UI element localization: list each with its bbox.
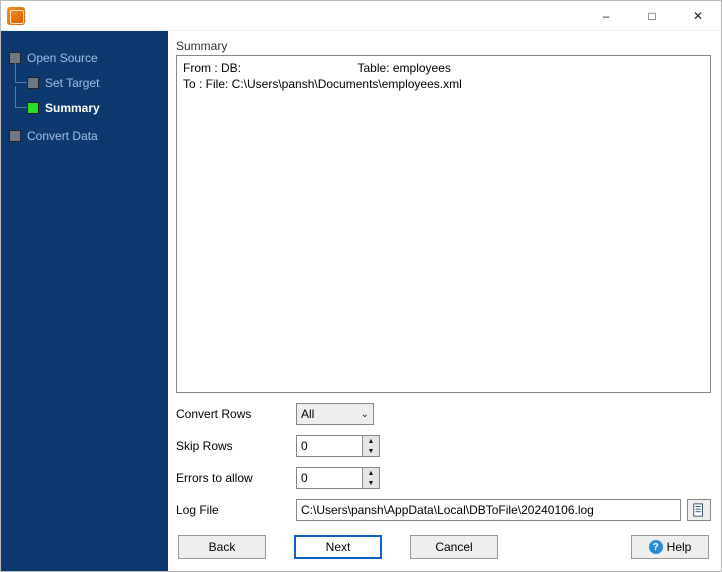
app-icon [7, 7, 25, 25]
minimize-button[interactable]: – [583, 1, 629, 30]
next-button[interactable]: Next [294, 535, 382, 559]
logfile-input[interactable] [296, 499, 681, 521]
step-label: Convert Data [27, 129, 98, 143]
skip-rows-input[interactable] [296, 435, 362, 457]
errors-label: Errors to allow [176, 471, 296, 485]
step-label: Summary [45, 101, 100, 115]
skip-rows-down[interactable]: ▼ [363, 446, 379, 456]
summary-to-line: To : File: C:\Users\pansh\Documents\empl… [183, 76, 704, 92]
back-button[interactable]: Back [178, 535, 266, 559]
chevron-down-icon: ⌄ [361, 409, 369, 420]
summary-textarea[interactable]: From : DB: Table: employees To : File: C… [176, 55, 711, 393]
help-icon: ? [649, 540, 663, 554]
step-box-icon [27, 77, 39, 89]
maximize-button[interactable]: □ [629, 1, 675, 30]
help-button[interactable]: ? Help [631, 535, 709, 559]
step-box-icon [9, 130, 21, 142]
cancel-button[interactable]: Cancel [410, 535, 498, 559]
logfile-browse-button[interactable] [687, 499, 711, 521]
errors-input[interactable] [296, 467, 362, 489]
file-icon [692, 503, 706, 517]
skip-rows-label: Skip Rows [176, 439, 296, 453]
convert-rows-select[interactable]: All ⌄ [296, 403, 374, 425]
main-panel: Summary From : DB: Table: employees To :… [168, 31, 721, 571]
logfile-label: Log File [176, 503, 296, 517]
errors-down[interactable]: ▼ [363, 478, 379, 488]
convert-rows-value: All [301, 407, 314, 421]
step-box-icon [27, 102, 39, 114]
summary-from-line: From : DB: Table: employees [183, 60, 704, 76]
wizard-sidebar: Open Source Set Target Summary Convert D… [1, 31, 168, 571]
step-label: Open Source [27, 51, 98, 65]
step-label: Set Target [45, 76, 99, 90]
window-controls: – □ ✕ [583, 1, 721, 30]
skip-rows-up[interactable]: ▲ [363, 436, 379, 446]
summary-title: Summary [176, 39, 711, 53]
titlebar: – □ ✕ [1, 1, 721, 31]
step-summary[interactable]: Summary [1, 98, 168, 118]
wizard-buttons: Back Next Cancel ? Help [176, 521, 711, 563]
step-convert-data[interactable]: Convert Data [1, 126, 168, 146]
convert-rows-label: Convert Rows [176, 407, 296, 421]
errors-up[interactable]: ▲ [363, 468, 379, 478]
close-button[interactable]: ✕ [675, 1, 721, 30]
